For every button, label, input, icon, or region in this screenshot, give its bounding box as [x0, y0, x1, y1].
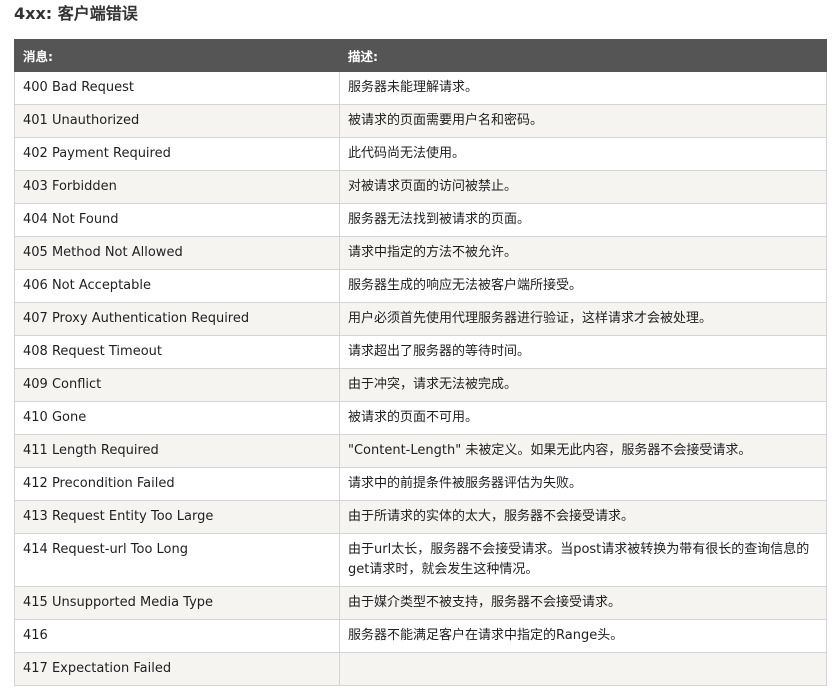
table-row: 401 Unauthorized 被请求的页面需要用户名和密码。 — [14, 104, 827, 138]
message-cell: 411 Length Required — [14, 434, 340, 468]
message-cell: 401 Unauthorized — [14, 104, 340, 138]
message-cell: 417 Expectation Failed — [14, 652, 340, 686]
description-cell: 被请求的页面不可用。 — [339, 401, 827, 435]
page-title: 4xx: 客户端错误 — [14, 4, 138, 23]
table-row: 403 Forbidden 对被请求页面的访问被禁止。 — [14, 170, 827, 204]
table-row: 407 Proxy Authentication Required 用户必须首先… — [14, 302, 827, 336]
message-cell: 406 Not Acceptable — [14, 269, 340, 303]
description-cell: 请求超出了服务器的等待时间。 — [339, 335, 827, 369]
description-cell: 服务器未能理解请求。 — [339, 71, 827, 105]
message-cell: 400 Bad Request — [14, 71, 340, 105]
description-cell: 由于url太长，服务器不会接受请求。当post请求被转换为带有很长的查询信息的g… — [339, 533, 827, 587]
message-cell: 403 Forbidden — [14, 170, 340, 204]
description-cell: 由于冲突，请求无法被完成。 — [339, 368, 827, 402]
description-cell: 用户必须首先使用代理服务器进行验证，这样请求才会被处理。 — [339, 302, 827, 336]
description-cell: 此代码尚无法使用。 — [339, 137, 827, 171]
message-cell: 409 Conflict — [14, 368, 340, 402]
table-header-row: 消息: 描述: — [14, 39, 827, 72]
table-row: 412 Precondition Failed 请求中的前提条件被服务器评估为失… — [14, 467, 827, 501]
table-row: 411 Length Required "Content-Length" 未被定… — [14, 434, 827, 468]
description-cell: 被请求的页面需要用户名和密码。 — [339, 104, 827, 138]
table-row: 406 Not Acceptable 服务器生成的响应无法被客户端所接受。 — [14, 269, 827, 303]
message-cell: 414 Request-url Too Long — [14, 533, 340, 587]
table-row: 413 Request Entity Too Large 由于所请求的实体的太大… — [14, 500, 827, 534]
table-row: 402 Payment Required 此代码尚无法使用。 — [14, 137, 827, 171]
message-cell: 407 Proxy Authentication Required — [14, 302, 340, 336]
description-cell: 请求中指定的方法不被允许。 — [339, 236, 827, 270]
description-cell: 服务器不能满足客户在请求中指定的Range头。 — [339, 619, 827, 653]
description-cell: 请求中的前提条件被服务器评估为失败。 — [339, 467, 827, 501]
message-cell: 415 Unsupported Media Type — [14, 586, 340, 620]
message-cell: 416 — [14, 619, 340, 653]
description-cell: 对被请求页面的访问被禁止。 — [339, 170, 827, 204]
message-cell: 405 Method Not Allowed — [14, 236, 340, 270]
table-row: 400 Bad Request 服务器未能理解请求。 — [14, 71, 827, 105]
header-description: 描述: — [339, 39, 827, 72]
message-cell: 404 Not Found — [14, 203, 340, 237]
description-cell: 服务器生成的响应无法被客户端所接受。 — [339, 269, 827, 303]
message-cell: 408 Request Timeout — [14, 335, 340, 369]
message-cell: 410 Gone — [14, 401, 340, 435]
description-cell: 由于所请求的实体的太大，服务器不会接受请求。 — [339, 500, 827, 534]
table-row: 414 Request-url Too Long 由于url太长，服务器不会接受… — [14, 533, 827, 587]
header-message: 消息: — [14, 39, 340, 72]
description-cell: "Content-Length" 未被定义。如果无此内容，服务器不会接受请求。 — [339, 434, 827, 468]
description-cell — [339, 652, 827, 686]
table-row: 404 Not Found 服务器无法找到被请求的页面。 — [14, 203, 827, 237]
table-row: 410 Gone 被请求的页面不可用。 — [14, 401, 827, 435]
table-row: 405 Method Not Allowed 请求中指定的方法不被允许。 — [14, 236, 827, 270]
message-cell: 412 Precondition Failed — [14, 467, 340, 501]
table-row: 409 Conflict 由于冲突，请求无法被完成。 — [14, 368, 827, 402]
message-cell: 413 Request Entity Too Large — [14, 500, 340, 534]
table-row: 416 服务器不能满足客户在请求中指定的Range头。 — [14, 619, 827, 653]
description-cell: 由于媒介类型不被支持，服务器不会接受请求。 — [339, 586, 827, 620]
description-cell: 服务器无法找到被请求的页面。 — [339, 203, 827, 237]
table-row: 417 Expectation Failed — [14, 652, 827, 686]
message-cell: 402 Payment Required — [14, 137, 340, 171]
table-row: 408 Request Timeout 请求超出了服务器的等待时间。 — [14, 335, 827, 369]
table-row: 415 Unsupported Media Type 由于媒介类型不被支持，服务… — [14, 586, 827, 620]
status-code-table: 消息: 描述: 400 Bad Request 服务器未能理解请求。 401 U… — [14, 39, 827, 686]
